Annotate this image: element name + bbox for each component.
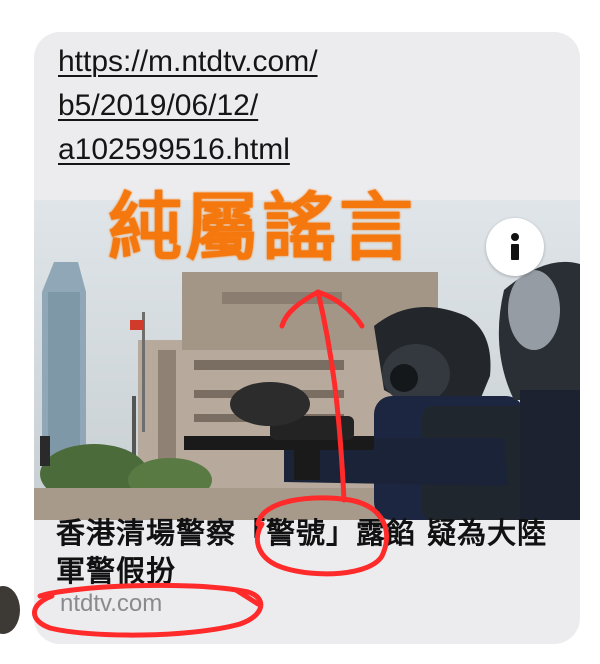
preview-domain: ntdtv.com xyxy=(60,590,163,617)
sender-avatar[interactable] xyxy=(0,586,20,634)
link-url-line[interactable]: a102599516.html xyxy=(58,128,478,172)
info-icon[interactable] xyxy=(486,218,544,276)
preview-title[interactable]: 香港清場警察「警號」露餡 疑為大陸軍警假扮 xyxy=(56,514,556,590)
link-preview-card[interactable]: https://m.ntdtv.com/ b5/2019/06/12/ a102… xyxy=(34,32,580,644)
info-glyph xyxy=(511,233,519,260)
link-url-line[interactable]: https://m.ntdtv.com/ xyxy=(58,40,478,84)
link-url-line[interactable]: b5/2019/06/12/ xyxy=(58,84,478,128)
rumor-annotation: 純屬謠言 xyxy=(108,185,416,271)
link-url[interactable]: https://m.ntdtv.com/ b5/2019/06/12/ a102… xyxy=(58,40,478,172)
